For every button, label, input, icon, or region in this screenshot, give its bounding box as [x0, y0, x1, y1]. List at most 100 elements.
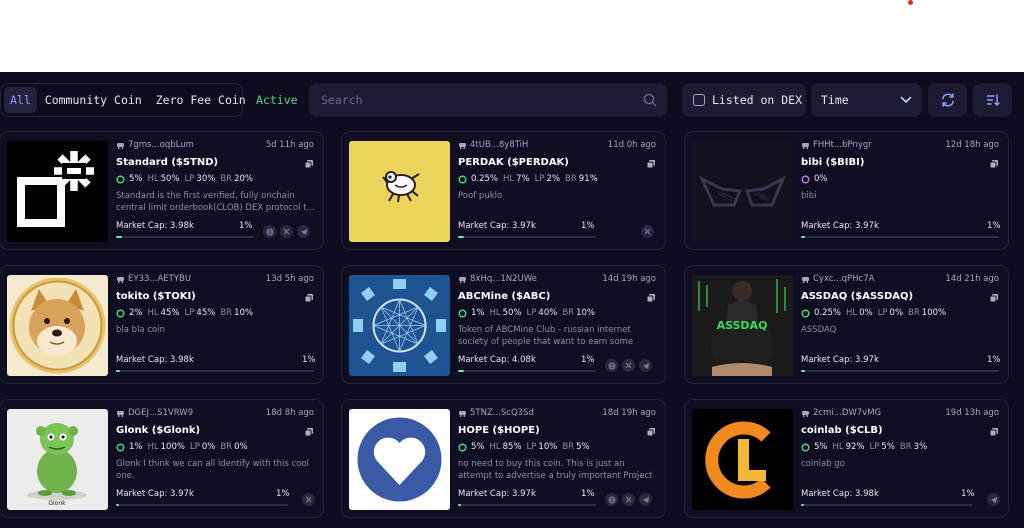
coin-thumbnail: ASSDAQ: [692, 275, 793, 376]
creator-address[interactable]: 7gms...oqbLum: [116, 140, 194, 150]
telegram-icon[interactable]: [297, 225, 310, 238]
coin-card-standard[interactable]: 7gms...oqbLum 5d 11h ago Standard ($STND…: [0, 131, 324, 250]
bonding-progress-fill: [801, 236, 805, 238]
created-time: 18d 8h ago: [265, 408, 314, 418]
bonding-progress-bar: [116, 370, 314, 372]
coin-card-perdak[interactable]: 4tUB...8y8TiH 11d 0h ago PERDAK ($PERDAK…: [341, 131, 666, 250]
copy-icon[interactable]: [646, 427, 656, 437]
tab-zero-fee-coin[interactable]: Zero Fee Coin: [150, 87, 252, 113]
coin-list-app: All Community Coin Zero Fee Coin Active …: [0, 72, 1024, 528]
coin-name: Glonk ($Glonk): [116, 425, 201, 436]
x-icon[interactable]: [302, 493, 315, 506]
copy-icon[interactable]: [304, 293, 314, 303]
sort-select[interactable]: Time: [811, 83, 922, 117]
creator-address[interactable]: EY33...AETYBU: [116, 274, 191, 284]
coin-card-tokito[interactable]: EY33...AETYBU 13d 5h ago tokito ($TOKI) …: [0, 265, 324, 384]
coin-stats: 2% HL 45% LP 45% BR 10%: [116, 308, 253, 318]
created-time: 14d 19h ago: [602, 274, 656, 284]
bonding-progress-bar: [116, 504, 288, 506]
fee-ring-icon: [801, 443, 810, 451]
coin-name: coinlab ($CLB): [801, 425, 883, 436]
coin-card-bibi[interactable]: FHHt...bPnygr 12d 18h ago bibi ($BIBI) 0…: [684, 131, 1009, 250]
market-cap: Market Cap: 3.98k: [116, 355, 194, 365]
copy-icon[interactable]: [304, 427, 314, 437]
coin-stats: 5% HL 50% LP 30% BR 20%: [116, 174, 253, 184]
coin-stats: 1% HL 100% LP 0% BR 0%: [116, 442, 248, 452]
market-cap: Market Cap: 3.97k: [458, 221, 536, 231]
coin-stats: 1% HL 50% LP 40% BR 10%: [458, 308, 595, 318]
x-icon[interactable]: [280, 225, 293, 238]
globe-icon[interactable]: [263, 225, 276, 238]
fee-ring-icon: [458, 175, 467, 183]
coin-thumbnail: [349, 275, 450, 376]
search-input[interactable]: [309, 83, 667, 117]
refresh-icon: [941, 93, 954, 107]
coin-name: bibi ($BIBI): [801, 157, 865, 168]
coin-card-glonk[interactable]: Glonk DGEJ...S1VRW9 18d 8h ago Glonk ($G…: [0, 399, 324, 518]
bonding-progress-fill: [458, 370, 464, 372]
creator-address[interactable]: FHHt...bPnygr: [801, 140, 872, 150]
social-links: [987, 493, 1004, 506]
creator-address[interactable]: 2cmi...DW7vMG: [801, 408, 881, 418]
listed-on-dex-checkbox[interactable]: [693, 94, 705, 106]
copy-icon[interactable]: [646, 159, 656, 169]
bonding-progress-fill: [458, 504, 461, 506]
created-time: 19d 13h ago: [945, 408, 999, 418]
tab-all[interactable]: All: [4, 87, 37, 113]
coin-thumbnail: [692, 409, 793, 510]
coin-name: ABCMine ($ABC): [458, 291, 551, 302]
coin-card-coinlab[interactable]: 2cmi...DW7vMG 19d 13h ago coinlab ($CLB)…: [684, 399, 1009, 518]
sort-order-button[interactable]: [973, 83, 1012, 117]
bonding-progress-fill: [116, 236, 122, 238]
creator-icon: [459, 276, 466, 283]
coin-thumbnail: [349, 409, 450, 510]
creator-address[interactable]: 4tUB...8y8TiH: [458, 140, 528, 150]
telegram-icon[interactable]: [987, 493, 1000, 506]
bonding-percent: 1%: [581, 355, 595, 365]
sort-descending-icon: [986, 94, 1000, 106]
coin-stats: 0.25% HL 7% LP 2% BR 91%: [458, 174, 598, 184]
tab-community-coin[interactable]: Community Coin: [39, 87, 148, 113]
fee-ring-icon: [801, 175, 810, 183]
creator-address[interactable]: Cyxc...qPHc7A: [801, 274, 874, 284]
globe-icon[interactable]: [605, 359, 618, 372]
coin-thumbnail: [7, 275, 108, 376]
copy-icon[interactable]: [989, 293, 999, 303]
bonding-percent: 1%: [987, 355, 1001, 365]
search-box: [309, 83, 667, 117]
coin-card-abcmine[interactable]: 8xHq...1N2UWe 14d 19h ago ABCMine ($ABC)…: [341, 265, 666, 384]
svg-text:ASSDAQ: ASSDAQ: [717, 319, 768, 332]
bonding-progress-bar: [458, 504, 596, 506]
thumbnail-caption: Glonk: [48, 500, 66, 507]
coin-card-hope[interactable]: 5TNZ...ScQ3Sd 18d 19h ago HOPE ($HOPE) 5…: [341, 399, 666, 518]
coin-description: Standard is the first verified, fully on…: [116, 191, 315, 213]
tab-active[interactable]: Active: [256, 93, 298, 107]
coin-stats: 0.25% HL 0% LP 0% BR 100%: [801, 308, 946, 318]
creator-address[interactable]: 5TNZ...ScQ3Sd: [458, 408, 534, 418]
created-time: 12d 18h ago: [945, 140, 999, 150]
globe-icon[interactable]: [605, 493, 618, 506]
x-icon[interactable]: [622, 493, 635, 506]
copy-icon[interactable]: [304, 159, 314, 169]
fee-ring-icon: [116, 309, 125, 317]
refresh-button[interactable]: [928, 83, 967, 117]
x-icon[interactable]: [641, 225, 654, 238]
telegram-icon[interactable]: [639, 493, 652, 506]
browser-top-area: [0, 0, 1024, 72]
creator-icon: [459, 410, 466, 417]
creator-address[interactable]: 8xHq...1N2UWe: [458, 274, 537, 284]
listed-on-dex-label: Listed on DEX: [712, 93, 803, 107]
bonding-percent: 1%: [581, 489, 595, 499]
creator-icon: [117, 410, 124, 417]
copy-icon[interactable]: [989, 427, 999, 437]
coin-description: bibi: [801, 191, 817, 201]
copy-icon[interactable]: [646, 293, 656, 303]
copy-icon[interactable]: [989, 159, 999, 169]
search-icon[interactable]: [643, 93, 657, 107]
telegram-icon[interactable]: [639, 359, 652, 372]
coin-card-assdaq[interactable]: ASSDAQ Cyxc...qPHc7A 14d 21h ago ASSDAQ …: [684, 265, 1009, 384]
creator-address[interactable]: DGEJ...S1VRW9: [116, 408, 193, 418]
listed-on-dex-toggle[interactable]: Listed on DEX: [682, 83, 806, 117]
x-icon[interactable]: [622, 359, 635, 372]
coin-description: no need to buy this coin. This is just a…: [458, 459, 653, 481]
